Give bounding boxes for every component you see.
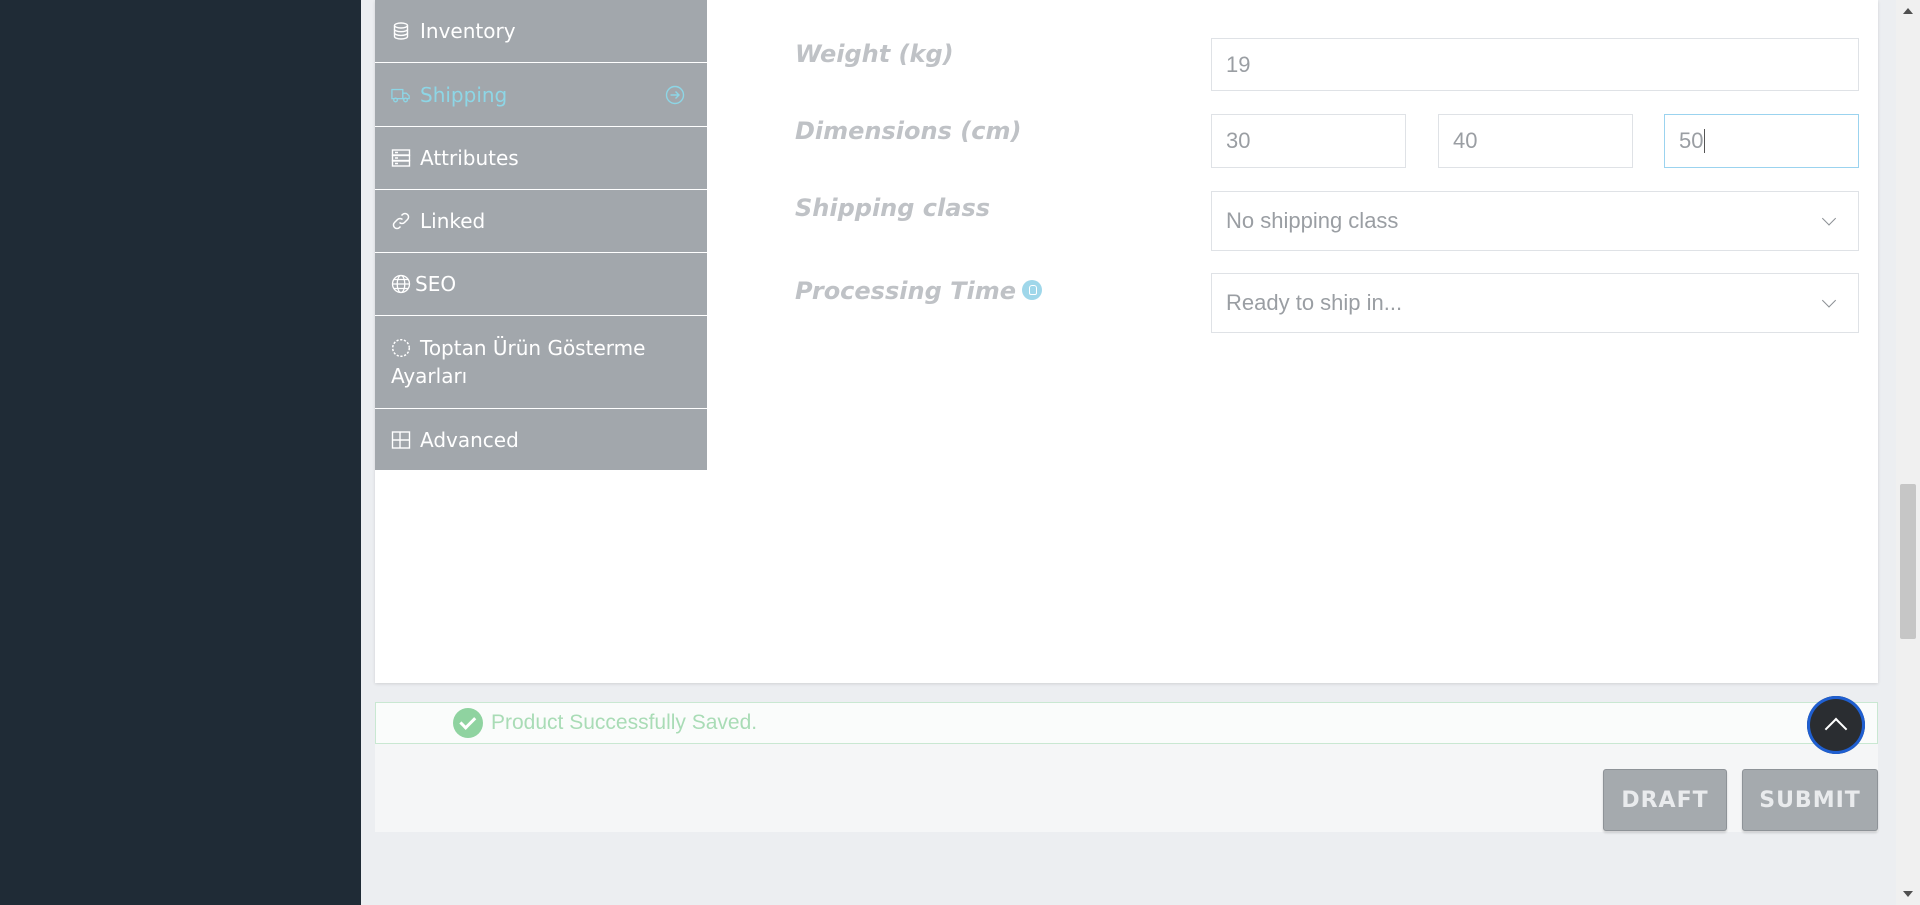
shipping-class-select[interactable]: No shipping class: [1211, 191, 1859, 251]
tab-linked[interactable]: Linked: [375, 190, 707, 253]
tab-seo[interactable]: SEO: [375, 253, 707, 316]
tab-attributes[interactable]: Attributes: [375, 127, 707, 190]
height-input[interactable]: 50: [1664, 114, 1859, 168]
weight-value: 19: [1226, 51, 1251, 77]
chevron-down-icon: [1821, 211, 1837, 226]
chevron-down-icon: [1821, 293, 1837, 308]
processing-time-value: Ready to ship in...: [1226, 290, 1403, 315]
shipping-class-value: No shipping class: [1226, 208, 1399, 233]
length-input[interactable]: 30: [1211, 114, 1406, 168]
tab-label: Linked: [420, 209, 486, 233]
chevron-up-icon: [1824, 717, 1848, 741]
shipping-class-label: Shipping class: [795, 194, 991, 222]
draft-button[interactable]: DRAFT: [1603, 769, 1727, 831]
scroll-down-arrow-icon[interactable]: [1903, 891, 1913, 897]
server-icon: [391, 148, 411, 168]
processing-time-text: Processing Time: [795, 277, 1016, 305]
lightbulb-hint-icon[interactable]: [1021, 280, 1042, 300]
weight-label: Weight (kg): [795, 40, 954, 68]
dimensions-label: Dimensions (cm): [795, 117, 1022, 145]
circle-dashed-icon: [391, 338, 411, 358]
submit-button[interactable]: SUBMIT: [1742, 769, 1878, 831]
scroll-to-top-button[interactable]: [1807, 696, 1865, 754]
tab-label: SEO: [415, 272, 457, 296]
tab-advanced[interactable]: Advanced: [375, 409, 707, 471]
link-icon: [391, 211, 411, 231]
globe-icon: [391, 274, 411, 294]
check-circle-icon: [453, 708, 483, 738]
scroll-up-arrow-icon[interactable]: [1903, 8, 1913, 14]
tab-label-continued: Ayarları: [391, 364, 468, 388]
weight-input[interactable]: 19: [1211, 38, 1859, 91]
arrow-circle-right-icon: [665, 85, 685, 105]
text-cursor: [1704, 129, 1706, 153]
processing-time-label: Processing Time: [795, 277, 1042, 305]
app-sidebar: [0, 0, 361, 905]
tab-wholesale-display-settings[interactable]: Toptan Ürün Gösterme Ayarları: [375, 316, 707, 409]
processing-time-select[interactable]: Ready to ship in...: [1211, 273, 1859, 333]
scrollbar-thumb[interactable]: [1900, 484, 1916, 639]
product-data-tabs: Inventory Shipping Attributes Linked SEO: [375, 0, 707, 471]
tab-label: Toptan Ürün Gösterme: [420, 336, 646, 360]
width-input[interactable]: 40: [1438, 114, 1633, 168]
height-value: 50: [1679, 128, 1704, 153]
page-scrollbar[interactable]: [1896, 0, 1920, 905]
truck-icon: [391, 85, 411, 105]
tab-label: Shipping: [420, 82, 508, 107]
success-notice: Product Successfully Saved.: [375, 702, 1878, 744]
width-value: 40: [1453, 128, 1478, 153]
success-message: Product Successfully Saved.: [491, 711, 758, 734]
database-icon: [391, 21, 411, 41]
grid-icon: [391, 430, 411, 450]
tab-shipping[interactable]: Shipping: [375, 63, 707, 127]
tab-label: Inventory: [420, 19, 516, 43]
length-value: 30: [1226, 128, 1251, 153]
tab-label: Advanced: [420, 427, 519, 452]
tab-inventory[interactable]: Inventory: [375, 0, 707, 63]
tab-label: Attributes: [420, 146, 519, 170]
